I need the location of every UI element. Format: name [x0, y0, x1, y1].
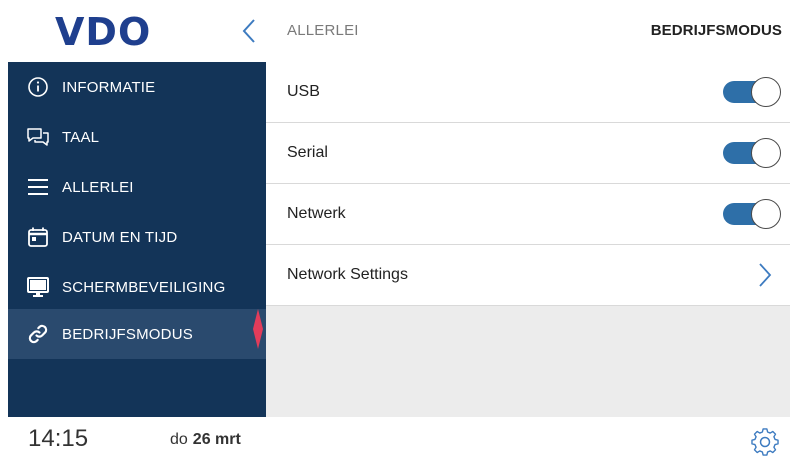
sidebar-item-label: ALLERLEI — [62, 178, 134, 196]
sidebar-item-taal[interactable]: TAAL — [8, 112, 266, 162]
network-settings-label: Network Settings — [287, 266, 408, 283]
netwerk-label: Netwerk — [287, 205, 346, 222]
sidebar-item-schermbeveiliging[interactable]: SCHERMBEVEILIGING — [8, 262, 266, 312]
sidebar-item-label: SCHERMBEVEILIGING — [62, 278, 226, 296]
footer: 14:15 do 26 mrt — [0, 417, 790, 459]
mode-title: BEDRIJFSMODUS — [650, 22, 782, 39]
sidebar-item-bedrijfsmodus[interactable]: BEDRIJFSMODUS — [8, 309, 266, 359]
header: VDO ALLERLEI BEDRIJFSMODUS — [0, 0, 790, 62]
toggle-knob — [751, 199, 781, 229]
active-indicator — [253, 309, 263, 349]
serial-toggle[interactable] — [723, 138, 781, 168]
usb-toggle[interactable] — [723, 77, 781, 107]
chat-icon — [27, 128, 49, 146]
toggle-knob — [751, 77, 781, 107]
netwerk-toggle[interactable] — [723, 199, 781, 229]
monitor-icon — [27, 277, 49, 297]
sidebar: INFORMATIE TAAL ALLERLEI DATUM EN TIJD S… — [8, 62, 266, 417]
serial-label: Serial — [287, 144, 328, 161]
sidebar-item-label: DATUM EN TIJD — [62, 228, 178, 246]
vdo-logo: VDO — [55, 12, 151, 48]
weekday: do — [170, 431, 188, 448]
back-chevron-icon[interactable] — [236, 16, 262, 46]
sidebar-item-label: TAAL — [62, 128, 100, 146]
netwerk-row[interactable]: Netwerk — [266, 184, 790, 245]
sidebar-item-label: INFORMATIE — [62, 78, 156, 96]
date-value: 26 mrt — [192, 431, 241, 448]
date-display: do 26 mrt — [170, 431, 241, 449]
serial-row[interactable]: Serial — [266, 123, 790, 184]
usb-row[interactable]: USB — [266, 62, 790, 123]
chevron-right-icon — [759, 263, 772, 287]
calendar-icon — [28, 227, 48, 247]
network-settings-row[interactable]: Network Settings — [266, 245, 790, 306]
sidebar-item-label: BEDRIJFSMODUS — [62, 325, 193, 343]
sidebar-item-allerlei[interactable]: ALLERLEI — [8, 162, 266, 212]
settings-panel: USB Serial Netwerk Network Settings — [266, 62, 790, 417]
usb-label: USB — [287, 83, 320, 100]
page-title: ALLERLEI — [287, 22, 359, 39]
toggle-knob — [751, 138, 781, 168]
info-icon — [28, 77, 48, 97]
logo-text: VDO — [55, 12, 151, 48]
clock-time: 14:15 — [28, 425, 89, 452]
sidebar-item-informatie[interactable]: INFORMATIE — [8, 62, 266, 112]
sidebar-item-datum-en-tijd[interactable]: DATUM EN TIJD — [8, 212, 266, 262]
link-icon — [28, 324, 48, 344]
gear-icon[interactable] — [750, 427, 780, 457]
menu-icon — [28, 179, 48, 195]
